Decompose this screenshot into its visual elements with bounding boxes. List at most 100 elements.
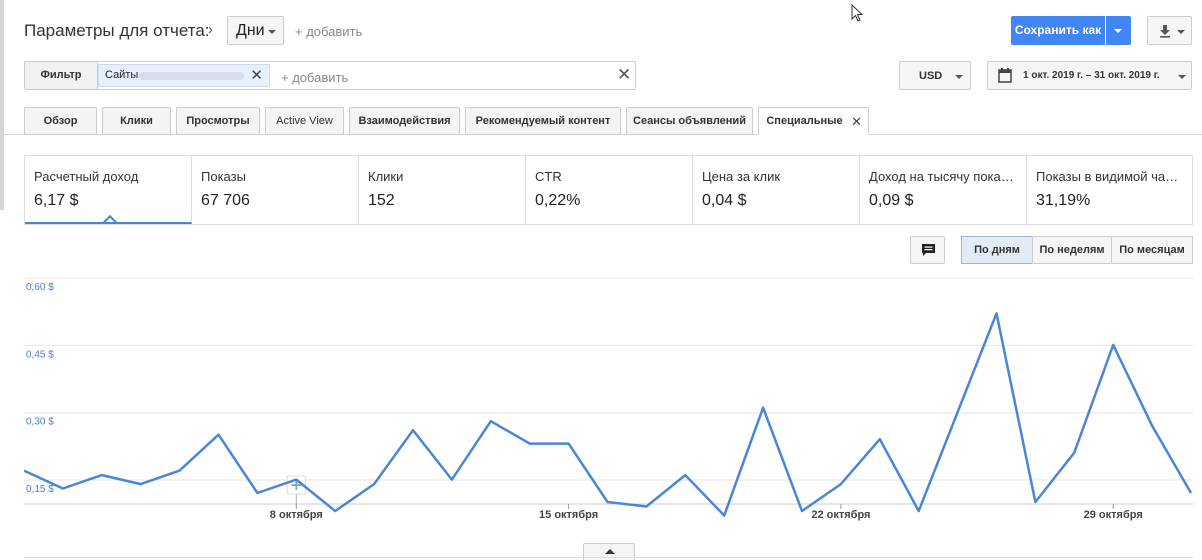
data-point[interactable] xyxy=(759,404,767,412)
date-range-value: 1 окт. 2019 г. – 31 окт. 2019 г. xyxy=(1023,70,1160,81)
data-point[interactable] xyxy=(1109,341,1117,349)
data-point[interactable] xyxy=(98,471,106,479)
data-point[interactable] xyxy=(215,431,223,439)
tab-label: Рекомендуемый контент xyxy=(475,115,611,127)
data-point[interactable] xyxy=(176,467,184,475)
tab-overview[interactable]: Обзор xyxy=(24,107,97,135)
date-range-select[interactable]: 1 окт. 2019 г. – 31 окт. 2019 г. xyxy=(987,61,1192,90)
period-weekly-button[interactable]: По неделям xyxy=(1032,236,1112,264)
metric-value: 152 xyxy=(368,192,395,209)
close-icon[interactable]: ✕ xyxy=(851,108,862,135)
metric-clicks[interactable]: Клики 152 xyxy=(359,156,526,224)
x-tick-label: 29 октября xyxy=(1084,509,1143,521)
caret-down-icon xyxy=(268,30,276,34)
clear-filter-icon[interactable]: ✕ xyxy=(617,65,631,85)
data-point[interactable] xyxy=(137,480,145,488)
metrics-scorecard: Расчетный доход 6,17 $ Показы 67 706 Кли… xyxy=(24,155,1193,225)
metric-cpc[interactable]: Цена за клик 0,04 $ xyxy=(693,156,860,224)
tab-label: Специальные xyxy=(766,115,843,127)
metric-value: 0,22% xyxy=(535,192,581,209)
data-point[interactable] xyxy=(526,440,534,448)
caret-down-icon xyxy=(1177,30,1185,34)
data-point[interactable] xyxy=(292,476,300,484)
tab-recommended-content[interactable]: Рекомендуемый контент xyxy=(465,107,621,135)
data-point[interactable] xyxy=(993,309,1001,317)
y-tick-label: 0,15 $ xyxy=(26,484,54,495)
chevron-right-icon: › xyxy=(208,21,213,38)
data-point[interactable] xyxy=(954,408,962,416)
tab-clicks[interactable]: Клики xyxy=(102,107,171,135)
calendar-icon xyxy=(998,68,1012,83)
dimension-select[interactable]: Дни xyxy=(227,16,284,45)
comment-icon xyxy=(922,244,935,256)
tab-custom[interactable]: Специальные ✕ xyxy=(758,107,869,135)
period-daily-button[interactable]: По дням xyxy=(961,236,1033,264)
data-point[interactable] xyxy=(681,471,689,479)
data-point[interactable] xyxy=(876,435,884,443)
filter-chip-label: Сайты xyxy=(105,69,139,81)
filter-chip-sites[interactable]: Сайты ✕ xyxy=(98,64,270,87)
metric-label: Расчетный доход xyxy=(34,169,139,184)
metric-value: 31,19% xyxy=(1036,192,1091,209)
data-point[interactable] xyxy=(798,507,806,515)
metric-value: 6,17 $ xyxy=(34,192,79,209)
caret-down-icon xyxy=(955,75,963,79)
data-point[interactable] xyxy=(565,440,573,448)
annotation-button[interactable] xyxy=(910,236,945,264)
data-point[interactable] xyxy=(642,503,650,511)
tab-interactions[interactable]: Взаимодействия xyxy=(349,107,460,135)
tab-active-view[interactable]: Active View xyxy=(265,107,344,135)
data-point[interactable] xyxy=(1187,489,1193,497)
save-as-button[interactable]: Сохранить как xyxy=(1011,16,1105,45)
y-tick-label: 0,60 $ xyxy=(26,282,54,293)
caret-down-icon xyxy=(1114,29,1122,33)
data-point[interactable] xyxy=(370,480,378,488)
metric-value: 67 706 xyxy=(201,192,250,209)
y-tick-label: 0,45 $ xyxy=(26,349,54,360)
tab-label: Взаимодействия xyxy=(358,115,451,127)
metric-estimated-revenue[interactable]: Расчетный доход 6,17 $ xyxy=(25,156,192,224)
data-point[interactable] xyxy=(448,476,456,484)
redacted-value xyxy=(139,72,244,80)
tab-ad-sessions[interactable]: Сеансы объявлений xyxy=(626,107,753,135)
caret-down-icon xyxy=(1178,75,1186,79)
metric-impressions[interactable]: Показы 67 706 xyxy=(192,156,359,224)
caret-up-icon xyxy=(605,549,615,554)
tab-label: Просмотры xyxy=(186,115,250,127)
data-point[interactable] xyxy=(59,485,67,493)
download-button[interactable] xyxy=(1147,16,1192,45)
metric-label: Показы xyxy=(201,169,246,184)
filter-label: Фильтр xyxy=(25,62,98,89)
data-point[interactable] xyxy=(1031,498,1039,506)
data-point[interactable] xyxy=(1070,449,1078,457)
filter-bar: Фильтр Сайты ✕ + добавить ✕ xyxy=(24,61,636,90)
bottom-divider xyxy=(24,557,1193,558)
add-filter-link[interactable]: + добавить xyxy=(281,70,348,85)
data-point[interactable] xyxy=(487,417,495,425)
data-point[interactable] xyxy=(604,498,612,506)
metric-label: Доход на тысячу пока… xyxy=(869,169,1014,184)
metric-value: 0,09 $ xyxy=(869,192,914,209)
data-point[interactable] xyxy=(253,489,261,497)
y-tick-label: 0,30 $ xyxy=(26,417,54,428)
metric-label: Клики xyxy=(368,169,404,184)
metric-ctr[interactable]: CTR 0,22% xyxy=(526,156,693,224)
period-monthly-button[interactable]: По месяцам xyxy=(1111,236,1193,264)
currency-select[interactable]: USD xyxy=(899,61,971,90)
metric-viewable-impressions[interactable]: Показы в видимой ча… 31,19% xyxy=(1027,156,1192,224)
data-point[interactable] xyxy=(409,426,417,434)
add-dimension-link[interactable]: + добавить xyxy=(295,24,362,39)
currency-value: USD xyxy=(919,70,943,82)
data-point[interactable] xyxy=(1148,422,1156,430)
metric-label: Показы в видимой ча… xyxy=(1036,169,1179,184)
save-as-dropdown-button[interactable] xyxy=(1106,16,1131,45)
data-point[interactable] xyxy=(720,511,728,519)
data-point[interactable] xyxy=(837,480,845,488)
close-icon[interactable]: ✕ xyxy=(250,66,263,84)
data-point[interactable] xyxy=(915,507,923,515)
metric-rpm[interactable]: Доход на тысячу пока… 0,09 $ xyxy=(860,156,1027,224)
data-point[interactable] xyxy=(331,507,339,515)
tab-views[interactable]: Просмотры xyxy=(176,107,260,135)
tab-label: Сеансы объявлений xyxy=(633,115,746,127)
download-icon xyxy=(1160,25,1170,38)
